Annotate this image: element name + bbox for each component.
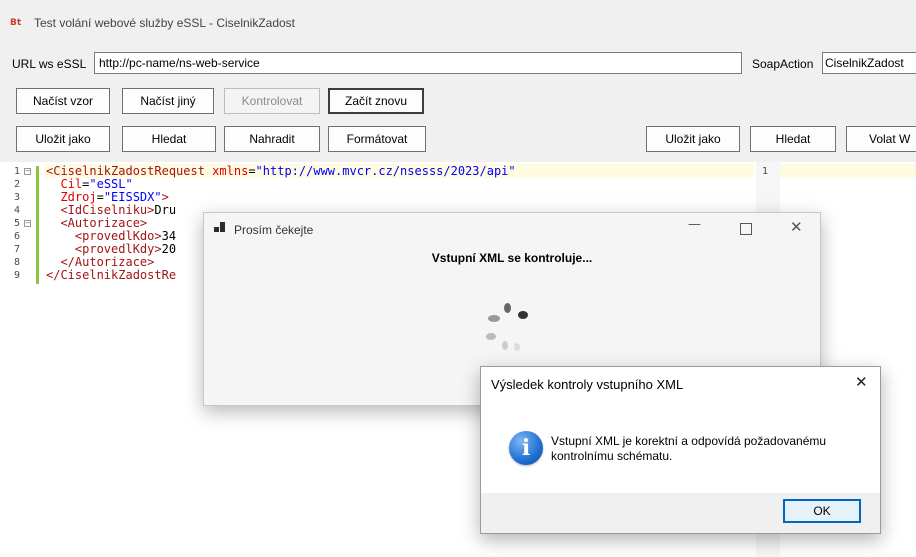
replace-button[interactable]: Nahradit [224, 126, 320, 152]
code-line-4: <IdCiselniku>Dru [60, 203, 177, 217]
code-line-6: <provedlKdo>34 [74, 229, 177, 243]
line-number: 3 [14, 192, 21, 203]
find-button[interactable]: Hledat [122, 126, 216, 152]
restart-button[interactable]: Začít znovu [328, 88, 424, 114]
close-icon[interactable]: ✕ [855, 373, 868, 391]
line-number: 8 [14, 257, 21, 268]
format-button[interactable]: Formátovat [328, 126, 426, 152]
result-dialog: Výsledek kontroly vstupního XML ✕ i Vstu… [480, 366, 881, 534]
response-line-number: 1 [762, 166, 769, 177]
load-template-button[interactable]: Načíst vzor [16, 88, 110, 114]
editor-gutter: 1 2 3 4 5 6 7 8 9 − − [8, 162, 44, 557]
result-message-line-1: Vstupní XML je korektní a odpovídá požad… [551, 434, 827, 448]
line-number: 2 [14, 179, 21, 190]
validate-button[interactable]: Kontrolovat [224, 88, 320, 114]
call-ws-button[interactable]: Volat W [846, 126, 916, 152]
wait-dialog-title: Prosím čekejte [234, 223, 314, 237]
code-line-7: <provedlKdy>20 [74, 242, 177, 256]
info-icon: i [509, 431, 543, 465]
change-indicator-bar [36, 166, 39, 284]
url-label: URL ws eSSL [12, 57, 87, 71]
ok-button[interactable]: OK [783, 499, 861, 523]
code-line-2: Cil="eSSL" [60, 177, 133, 191]
result-message-line-2: kontrolnímu schématu. [551, 449, 673, 463]
fold-toggle-icon[interactable]: − [24, 220, 31, 227]
code-line-3: Zdroj="EISSDX"> [60, 190, 169, 204]
line-number: 6 [14, 231, 21, 242]
save-as-button[interactable]: Uložit jako [16, 126, 110, 152]
line-number: 4 [14, 205, 21, 216]
close-icon[interactable]: ✕ [790, 218, 803, 236]
soapaction-label: SoapAction [752, 57, 814, 71]
window-title: Test volání webové služby eSSL - Ciselni… [34, 16, 296, 30]
fold-toggle-icon[interactable]: − [24, 168, 31, 175]
response-current-line [780, 164, 916, 178]
dialog-app-icon [214, 222, 226, 234]
url-input[interactable]: http://pc-name/ns-web-service [94, 52, 742, 74]
code-line-5: <Autorizace> [60, 216, 148, 230]
code-line-9: </CiselnikZadostRe [46, 268, 177, 282]
result-dialog-title: Výsledek kontroly vstupního XML [491, 377, 684, 392]
line-number: 7 [14, 244, 21, 255]
line-number: 5 [14, 218, 21, 229]
code-line-1: <CiselnikZadostRequest xmlns="http://www… [46, 164, 516, 178]
loading-spinner-icon [480, 299, 540, 359]
line-number: 1 [14, 166, 21, 177]
app-icon: Bt [10, 18, 22, 28]
line-number: 9 [14, 270, 21, 281]
code-line-8: </Autorizace> [60, 255, 155, 269]
maximize-icon[interactable] [740, 223, 752, 235]
soapaction-input[interactable]: CiselnikZadost [822, 52, 916, 74]
find-right-button[interactable]: Hledat [750, 126, 836, 152]
save-as-right-button[interactable]: Uložit jako [646, 126, 740, 152]
minimize-icon[interactable]: — [688, 217, 701, 232]
load-other-button[interactable]: Načíst jiný [122, 88, 214, 114]
wait-message: Vstupní XML se kontroluje... [431, 251, 593, 265]
